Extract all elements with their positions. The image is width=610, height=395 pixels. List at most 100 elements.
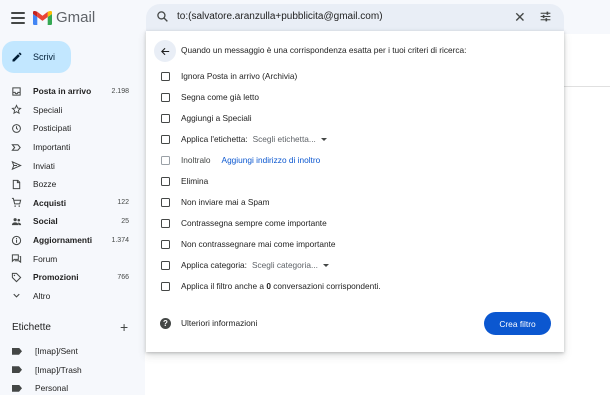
checkbox[interactable] [161,113,170,123]
sidebar-item-drafts[interactable]: Bozze [0,175,145,194]
sidebar-item-sent[interactable]: Inviati [0,156,145,175]
checkbox[interactable] [161,260,170,270]
label-item[interactable]: [Imap]/Trash [0,361,145,380]
category-select[interactable]: Scegli categoria... [252,260,318,270]
sidebar-item-label: Social [33,216,58,227]
learn-more-link[interactable]: Ulteriori informazioni [181,318,257,328]
people-icon [11,216,22,227]
sidebar-item-label: Acquisti [33,197,67,208]
label-name: [Imap]/Trash [35,364,82,375]
sidebar-item-label: Aggiornamenti [33,235,93,246]
sidebar-item-starred[interactable]: Speciali [0,101,145,120]
gmail-logo[interactable]: Gmail [33,9,95,26]
checkbox[interactable] [161,71,170,81]
option-apply-label[interactable]: Applica l'etichetta: Scegli etichetta... [161,132,327,146]
option-label: Contrassegna sempre come importante [181,218,327,228]
checkbox[interactable] [161,197,170,207]
label-item[interactable]: [Imap]/Sent [0,342,145,361]
checkbox[interactable] [161,281,170,291]
option-category[interactable]: Applica categoria: Scegli categoria... [161,258,329,272]
gmail-m-icon [33,10,52,25]
option-skip-inbox[interactable]: Ignora Posta in arrivo (Archivia) [161,69,297,83]
option-label: Non contrassegnare mai come importante [181,239,336,249]
dropdown-caret-icon[interactable] [320,137,327,141]
sidebar-item-inbox[interactable]: Posta in arrivo 2.198 [0,82,145,101]
create-filter-button[interactable]: Crea filtro [484,312,551,335]
back-button[interactable] [154,40,176,62]
important-icon [11,142,22,153]
info-icon [11,235,22,246]
label-icon [12,384,22,392]
label-item[interactable]: Personal [0,379,145,395]
also-apply-suffix: conversazioni corrispondenti. [270,281,381,291]
sidebar-item-label: Forum [33,253,58,264]
label-select[interactable]: Scegli etichetta... [253,134,316,144]
labels-heading: Etichette [12,322,51,333]
clock-icon [11,123,22,134]
option-label: Applica l'etichetta: [181,134,248,144]
checkbox[interactable] [161,239,170,249]
sidebar-nav: Posta in arrivo 2.198 Speciali Posticipa… [0,82,145,305]
option-label: Inoltralo [181,155,211,165]
option-star[interactable]: Aggiungi a Speciali [161,111,252,125]
sidebar-item-forums[interactable]: Forum [0,249,145,268]
option-label: Segna come già letto [181,92,259,102]
checkbox[interactable] [161,155,170,165]
tag-icon [11,272,22,283]
unread-count: 1.374 [111,236,129,244]
option-label: Applica categoria: [181,260,247,270]
checkbox[interactable] [161,218,170,228]
compose-button[interactable]: Scrivi [2,41,71,73]
sidebar-item-promotions[interactable]: Promozioni 766 [0,268,145,287]
add-forwarding-link[interactable]: Aggiungi indirizzo di inoltro [222,155,321,165]
checkbox[interactable] [161,92,170,102]
option-label: Elimina [181,176,209,186]
clear-search-icon[interactable]: ✕ [514,9,526,25]
star-icon [11,104,22,115]
label-icon [12,347,22,355]
sidebar-item-label: Altro [33,290,51,301]
sidebar-item-updates[interactable]: Aggiornamenti 1.374 [0,231,145,250]
sidebar-item-purchases[interactable]: Acquisti 122 [0,194,145,213]
chevron-down-icon [11,290,22,301]
add-label-icon[interactable]: + [120,319,128,335]
main-menu-button[interactable] [8,8,28,28]
sidebar-item-important[interactable]: Importanti [0,138,145,157]
checkbox[interactable] [161,134,170,144]
sidebar-item-more[interactable]: Altro [0,287,145,306]
option-delete[interactable]: Elimina [161,174,208,188]
search-icon[interactable] [156,10,169,23]
option-mark-read[interactable]: Segna come già letto [161,90,259,104]
cart-icon [11,197,22,208]
option-label: Aggiungi a Speciali [181,113,252,123]
inbox-icon [11,86,22,97]
sidebar-item-label: Promozioni [33,272,79,283]
option-never-spam[interactable]: Non inviare mai a Spam [161,195,270,209]
option-forward[interactable]: Inoltralo Aggiungi indirizzo di inoltro [161,153,320,167]
unread-count: 2.198 [111,87,129,95]
help-icon[interactable]: ? [160,318,171,329]
send-icon [11,160,22,171]
option-always-important[interactable]: Contrassegna sempre come importante [161,216,327,230]
search-options-icon[interactable] [539,10,552,23]
label-icon [12,366,22,374]
sidebar-item-label: Speciali [33,104,63,115]
pencil-icon [12,52,22,62]
sidebar-item-snoozed[interactable]: Posticipati [0,119,145,138]
checkbox[interactable] [161,176,170,186]
label-name: [Imap]/Sent [35,346,78,357]
option-label: Applica il filtro anche a 0 conversazion… [181,281,381,291]
sidebar-item-label: Posticipati [33,123,72,134]
draft-icon [11,179,22,190]
unread-count: 25 [121,217,129,225]
criteria-text: Quando un messaggio è una corrispondenza… [181,45,467,55]
option-never-important[interactable]: Non contrassegnare mai come importante [161,237,336,251]
also-apply-prefix: Applica il filtro anche a [181,281,267,291]
sidebar-item-social[interactable]: Social 25 [0,212,145,231]
option-also-apply[interactable]: Applica il filtro anche a 0 conversazion… [161,279,381,293]
search-bar[interactable]: to:(salvatore.aranzulla+pubblicita@gmail… [146,4,564,31]
dropdown-caret-icon[interactable] [322,263,329,267]
divider [564,86,610,87]
label-name: Personal [35,383,69,394]
search-input[interactable]: to:(salvatore.aranzulla+pubblicita@gmail… [177,11,383,22]
